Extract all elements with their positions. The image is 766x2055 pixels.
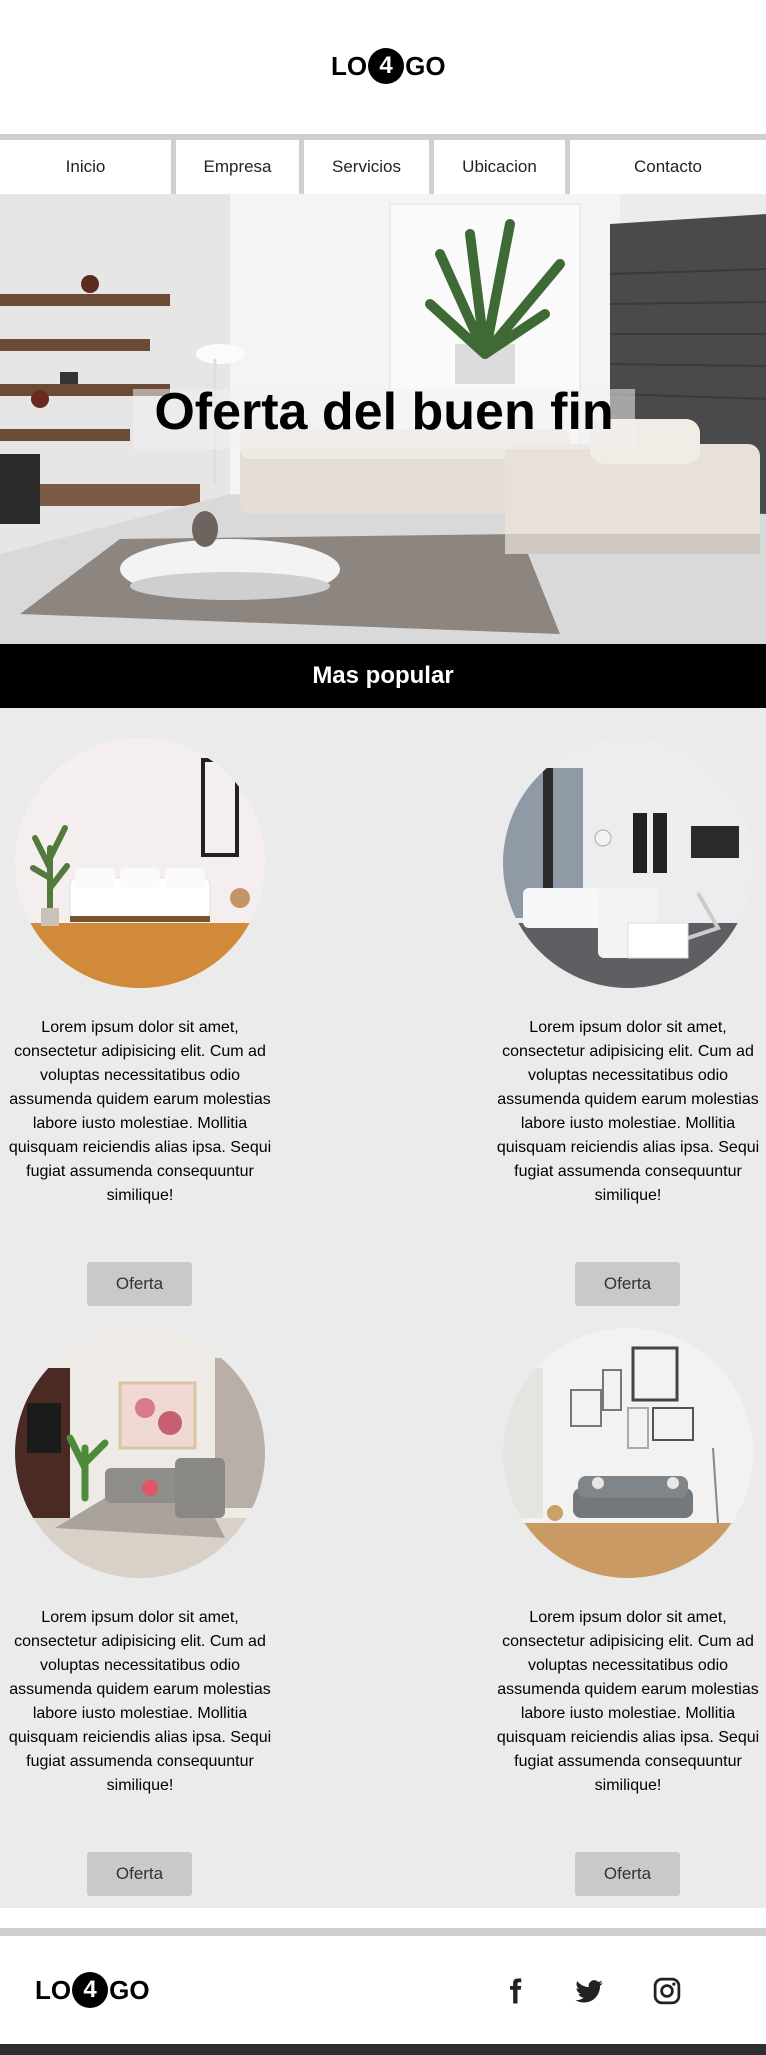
bottom-bar — [0, 2044, 766, 2055]
logo-circle: 4 — [368, 48, 405, 84]
main-nav: Inicio Empresa Servicios Ubicacion Conta… — [0, 140, 766, 194]
product-description: Lorem ipsum dolor sit amet, consectetur … — [8, 1609, 272, 1794]
product-image — [15, 1328, 265, 1578]
product-image — [15, 738, 265, 988]
products-section: Lorem ipsum dolor sit amet, consectetur … — [0, 708, 766, 1908]
footer-logo[interactable]: LO 4 GO — [35, 1972, 150, 2008]
footer-spacer — [0, 1908, 766, 1928]
logo-text-right: GO — [405, 50, 446, 81]
offer-button[interactable]: Oferta — [575, 1852, 680, 1896]
product-description: Lorem ipsum dolor sit amet, consectetur … — [496, 1609, 760, 1794]
product-description: Lorem ipsum dolor sit amet, consectetur … — [8, 1019, 272, 1204]
product-description: Lorem ipsum dolor sit amet, consectetur … — [496, 1019, 760, 1204]
offer-button[interactable]: Oferta — [87, 1262, 192, 1306]
instagram-icon[interactable] — [652, 1976, 682, 2006]
offer-button[interactable]: Oferta — [87, 1852, 192, 1896]
popular-banner: Mas popular — [0, 644, 766, 708]
product-image — [503, 738, 753, 988]
product-image — [503, 1328, 753, 1578]
logo-text-left: LO — [35, 1974, 72, 2005]
nav-item-servicios[interactable]: Servicios — [304, 140, 429, 194]
nav-item-contacto[interactable]: Contacto — [570, 140, 766, 194]
hero-title: Oferta del buen fin — [154, 383, 614, 441]
product-card: Lorem ipsum dolor sit amet, consectetur … — [488, 738, 759, 1318]
product-card: Lorem ipsum dolor sit amet, consectetur … — [0, 1328, 271, 1908]
nav-item-ubicacion[interactable]: Ubicacion — [434, 140, 565, 194]
product-card: Lorem ipsum dolor sit amet, consectetur … — [488, 1328, 759, 1908]
popular-title: Mas popular — [312, 662, 454, 689]
footer-divider — [0, 1928, 766, 1936]
twitter-icon[interactable] — [574, 1976, 604, 2006]
nav-item-empresa[interactable]: Empresa — [176, 140, 299, 194]
facebook-icon[interactable] — [500, 1976, 530, 2006]
header: LO 4 GO — [0, 0, 766, 134]
logo-circle: 4 — [72, 1972, 109, 2008]
logo-text-left: LO — [331, 50, 368, 81]
logo-text-right: GO — [109, 1974, 150, 2005]
hero-banner: Oferta del buen fin — [0, 194, 766, 644]
footer: LO 4 GO — [0, 1936, 766, 2044]
nav-item-inicio[interactable]: Inicio — [0, 140, 171, 194]
logo[interactable]: LO 4 GO — [331, 48, 446, 84]
offer-button[interactable]: Oferta — [575, 1262, 680, 1306]
product-card: Lorem ipsum dolor sit amet, consectetur … — [0, 738, 271, 1318]
